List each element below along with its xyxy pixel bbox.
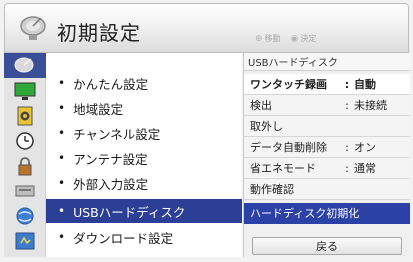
item-separator: : [345, 161, 349, 175]
category-setup[interactable] [4, 228, 46, 253]
item-label: 動作確認 [250, 183, 294, 196]
hint-enter: ◉ 決定 [291, 33, 317, 44]
submenu-item-detect[interactable]: 検出 : 未接続 [244, 95, 410, 116]
hint-enter-label: 決定 [300, 34, 317, 43]
category-network[interactable] [4, 203, 46, 228]
setup-icon [15, 232, 35, 249]
submenu-item-one-touch-record[interactable]: ワンタッチ録画 : 自動 [244, 74, 410, 95]
tv-icon [14, 82, 36, 100]
dish-icon [14, 57, 34, 72]
clock-icon [16, 131, 34, 150]
category-sound[interactable] [4, 103, 46, 128]
menu-item-label: 地域設定 [73, 101, 124, 117]
submenu-item-remove[interactable]: 取外し [244, 116, 410, 137]
back-button[interactable]: 戻る [252, 237, 402, 255]
menu-item-label: かんたん設定 [73, 76, 149, 92]
bullet: • [58, 126, 66, 140]
menu-item-label: ダウンロード設定 [73, 230, 174, 246]
bullet: • [58, 151, 66, 165]
item-label: ハードディスク初期化 [250, 207, 360, 220]
item-label: 検出 [250, 99, 272, 112]
enter-icon: ◉ [290, 33, 299, 44]
item-label: データ自動削除 [250, 141, 327, 154]
item-value: オン [354, 141, 376, 154]
usb-hdd-submenu: USBハードディスク ワンタッチ録画 : 自動 検出 : 未接続 取外し データ… [243, 53, 410, 257]
bullet: • [58, 204, 66, 218]
submenu-title: USBハードディスク [244, 53, 410, 71]
item-separator: : [344, 77, 350, 91]
input-icon [15, 185, 35, 196]
submenu-item-auto-delete[interactable]: データ自動削除 : オン [244, 137, 410, 158]
category-dish[interactable] [4, 53, 46, 78]
category-lock[interactable] [4, 153, 46, 178]
category-input[interactable] [4, 178, 46, 203]
menu-item-usb-hdd[interactable]: • USBハードディスク [46, 199, 242, 223]
item-label: 取外し [250, 120, 283, 133]
item-value: 自動 [354, 78, 376, 91]
submenu-item-eco-mode[interactable]: 省エネモード : 通常 [244, 158, 410, 179]
key-hints: ⊕ 移動 ◉ 決定 [255, 33, 316, 44]
item-separator: : [345, 140, 349, 154]
bullet: • [58, 176, 66, 190]
bullet: • [58, 230, 66, 244]
submenu-item-operation-check[interactable]: 動作確認 [244, 179, 410, 200]
network-icon [16, 207, 34, 224]
move-icon: ⊕ [255, 33, 263, 44]
header-bar: 初期設定 ⊕ 移動 ◉ 決定 [4, 3, 409, 53]
main-menu: • かんたん設定 • 地域設定 • チャンネル設定 • アンテナ設定 • 外部入… [46, 53, 242, 257]
bullet: • [58, 101, 66, 115]
settings-window: 初期設定 ⊕ 移動 ◉ 決定 • かんたん設定 • 地域設定 • チャンネル設定… [0, 0, 413, 262]
item-label: ワンタッチ録画 [250, 78, 327, 91]
menu-item-external-input[interactable]: • 外部入力設定 [46, 171, 242, 195]
hint-move-label: 移動 [264, 34, 281, 43]
menu-item-antenna[interactable]: • アンテナ設定 [46, 146, 242, 170]
item-value: 未接続 [354, 99, 387, 112]
bullet: • [58, 76, 66, 90]
sound-icon [17, 106, 33, 125]
menu-item-easy-setup[interactable]: • かんたん設定 [46, 71, 242, 95]
menu-item-label: USBハードディスク [73, 204, 186, 220]
menu-item-download[interactable]: • ダウンロード設定 [46, 225, 242, 249]
menu-item-label: チャンネル設定 [73, 126, 161, 142]
menu-item-channel[interactable]: • チャンネル設定 [46, 121, 242, 145]
satellite-dish-icon [20, 16, 46, 40]
item-separator: : [345, 98, 349, 112]
item-label: 省エネモード [250, 162, 316, 175]
category-icon-column [4, 53, 46, 257]
hint-move: ⊕ 移動 [255, 33, 281, 44]
page-title: 初期設定 [57, 21, 141, 45]
item-value: 通常 [354, 162, 376, 175]
menu-item-region[interactable]: • 地域設定 [46, 96, 242, 120]
menu-item-label: アンテナ設定 [73, 151, 148, 167]
lock-icon [18, 156, 32, 175]
category-picture[interactable] [4, 78, 46, 103]
category-timer[interactable] [4, 128, 46, 153]
menu-item-label: 外部入力設定 [73, 176, 149, 192]
submenu-item-hdd-initialize[interactable]: ハードディスク初期化 [244, 203, 410, 224]
